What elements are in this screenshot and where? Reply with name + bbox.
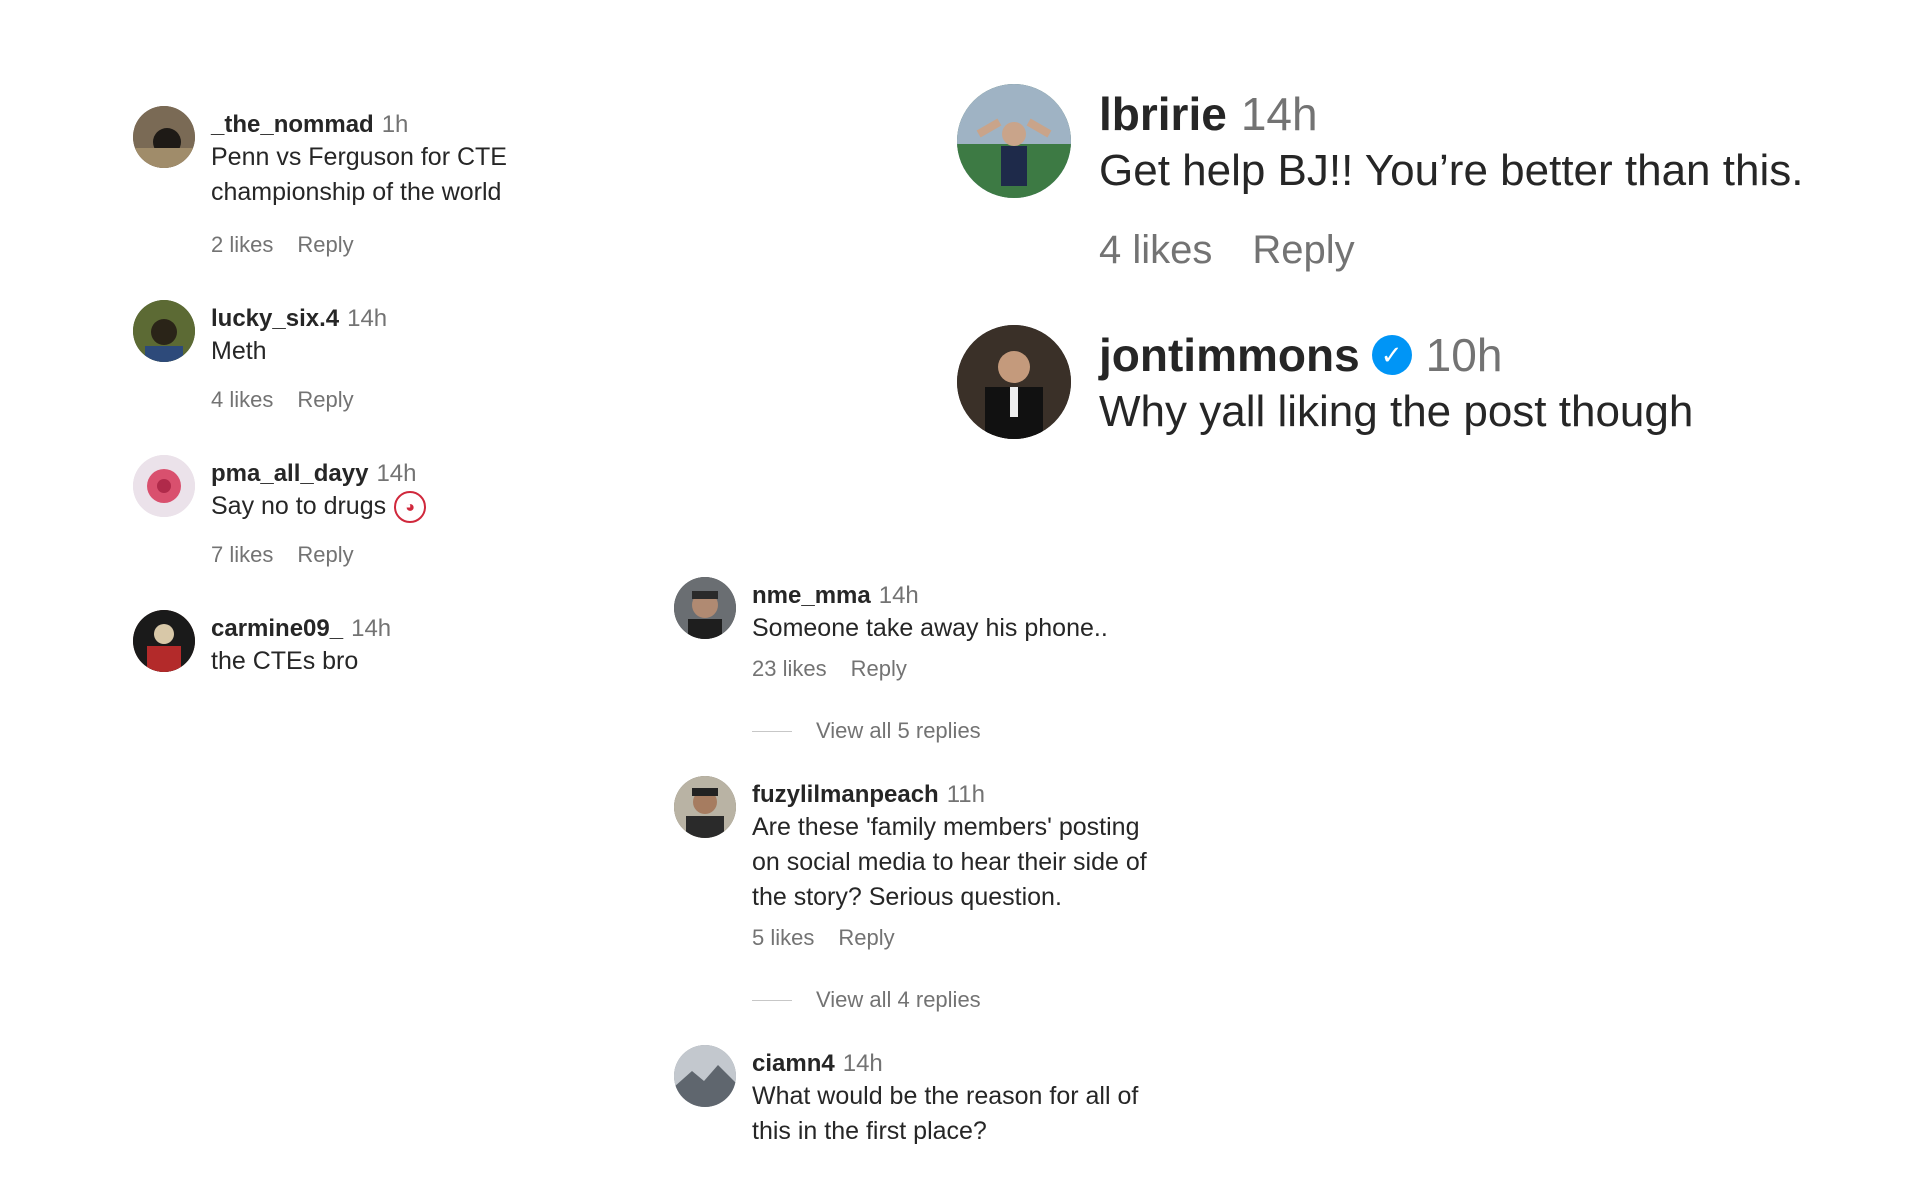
comment-body: carmine09_ 14h the CTEs bro bbox=[211, 610, 391, 679]
timestamp[interactable]: 14h bbox=[351, 614, 391, 644]
comment-text-line: championship of the world bbox=[211, 178, 502, 206]
avatar-image bbox=[674, 577, 736, 639]
comment-text-line: the CTEs bro bbox=[211, 647, 359, 675]
comment-text-line: Say no to drugs bbox=[211, 492, 387, 520]
timestamp[interactable]: 14h bbox=[843, 1049, 883, 1079]
comment-body: _the_nommad 1h Penn vs Ferguson for CTE … bbox=[211, 106, 507, 258]
clown-face-icon: ◕ bbox=[394, 491, 427, 524]
timestamp[interactable]: 11h bbox=[947, 780, 985, 810]
avatar[interactable] bbox=[674, 577, 736, 639]
comment-body: lucky_six.4 14h Meth 4 likes Reply bbox=[211, 300, 387, 413]
reply-button[interactable]: Reply bbox=[297, 542, 353, 568]
avatar[interactable] bbox=[674, 1045, 736, 1107]
username[interactable]: fuzylilmanpeach bbox=[752, 780, 939, 810]
comment-body: jontimmons ✓ 10h Why yall liking the pos… bbox=[1099, 325, 1693, 441]
reply-button[interactable]: Reply bbox=[838, 925, 894, 951]
likes-count[interactable]: 7 likes bbox=[211, 542, 273, 568]
username[interactable]: carmine09_ bbox=[211, 614, 343, 644]
comment-body: lbririe 14h Get help BJ!! You’re better … bbox=[1099, 84, 1803, 273]
comment-body: pma_all_dayy 14h Say no to drugs ◕ 7 like… bbox=[211, 455, 427, 568]
view-replies-button[interactable]: View all 4 replies bbox=[752, 987, 1147, 1013]
left-comments-panel: _the_nommad 1h Penn vs Ferguson for CTE … bbox=[133, 106, 507, 679]
comment-text: Are these 'family members' posting on so… bbox=[752, 810, 1147, 915]
comment-text: Why yall liking the post though bbox=[1099, 387, 1694, 436]
view-replies-label[interactable]: View all 4 replies bbox=[816, 987, 981, 1013]
comment-text: What would be the reason for all of this… bbox=[752, 1079, 1138, 1149]
verified-badge-icon: ✓ bbox=[1371, 335, 1412, 375]
likes-count[interactable]: 2 likes bbox=[211, 232, 273, 258]
username[interactable]: jontimmons bbox=[1099, 327, 1360, 383]
comment-text: Someone take away his phone.. bbox=[752, 611, 1108, 646]
comment-text-line: Meth bbox=[211, 337, 267, 365]
comment-text: Get help BJ!! You’re better than this. bbox=[1099, 146, 1804, 195]
comment-item: _the_nommad 1h Penn vs Ferguson for CTE … bbox=[133, 106, 507, 258]
reply-button[interactable]: Reply bbox=[851, 656, 907, 682]
view-replies-button[interactable]: View all 5 replies bbox=[752, 718, 1108, 744]
comment-body: nme_mma 14h Someone take away his phone.… bbox=[752, 577, 1108, 744]
username[interactable]: ciamn4 bbox=[752, 1049, 835, 1079]
avatar[interactable] bbox=[133, 300, 195, 362]
reply-button[interactable]: Reply bbox=[297, 387, 353, 413]
replies-divider bbox=[752, 999, 792, 1001]
likes-count[interactable]: 4 likes bbox=[211, 387, 273, 413]
comment-text-line: this in the first place? bbox=[752, 1117, 987, 1145]
comment-text: Meth bbox=[211, 334, 387, 369]
comment-text: Say no to drugs ◕ bbox=[211, 489, 427, 524]
avatar-image bbox=[957, 84, 1071, 198]
comment-text-line: Someone take away his phone.. bbox=[752, 614, 1108, 642]
avatar-image bbox=[133, 106, 195, 168]
view-replies-label[interactable]: View all 5 replies bbox=[816, 718, 981, 744]
avatar[interactable] bbox=[133, 106, 195, 168]
likes-count[interactable]: 5 likes bbox=[752, 925, 814, 951]
avatar-image bbox=[133, 300, 195, 362]
avatar-image bbox=[957, 325, 1071, 439]
username[interactable]: lbririe bbox=[1099, 86, 1227, 142]
avatar[interactable] bbox=[133, 455, 195, 517]
comment-text-line: Penn vs Ferguson for CTE bbox=[211, 143, 507, 171]
avatar-image bbox=[674, 776, 736, 838]
timestamp[interactable]: 14h bbox=[879, 581, 919, 611]
timestamp[interactable]: 14h bbox=[1241, 86, 1318, 142]
reply-button[interactable]: Reply bbox=[1252, 228, 1354, 273]
likes-count[interactable]: 23 likes bbox=[752, 656, 827, 682]
comment-item: fuzylilmanpeach 11h Are these 'family me… bbox=[674, 776, 1147, 1013]
avatar-image bbox=[133, 455, 195, 517]
likes-count[interactable]: 4 likes bbox=[1099, 228, 1212, 273]
middle-comments-panel: nme_mma 14h Someone take away his phone.… bbox=[674, 577, 1147, 1149]
comment-text-line: the story? Serious question. bbox=[752, 883, 1062, 911]
avatar-image bbox=[674, 1045, 736, 1107]
comment-item: carmine09_ 14h the CTEs bro bbox=[133, 610, 507, 679]
avatar-image bbox=[133, 610, 195, 672]
comment-text: the CTEs bro bbox=[211, 644, 391, 679]
username[interactable]: pma_all_dayy bbox=[211, 459, 368, 489]
comment-item: ciamn4 14h What would be the reason for … bbox=[674, 1045, 1147, 1149]
timestamp[interactable]: 14h bbox=[376, 459, 416, 489]
avatar[interactable] bbox=[957, 325, 1071, 439]
avatar[interactable] bbox=[133, 610, 195, 672]
comment-item: jontimmons ✓ 10h Why yall liking the pos… bbox=[957, 325, 1803, 441]
comment-body: fuzylilmanpeach 11h Are these 'family me… bbox=[752, 776, 1147, 1013]
timestamp[interactable]: 14h bbox=[347, 304, 387, 334]
comment-text: Penn vs Ferguson for CTE championship of… bbox=[211, 140, 507, 210]
timestamp[interactable]: 1h bbox=[382, 110, 409, 140]
timestamp[interactable]: 10h bbox=[1426, 327, 1503, 383]
username[interactable]: lucky_six.4 bbox=[211, 304, 339, 334]
reply-button[interactable]: Reply bbox=[297, 232, 353, 258]
avatar[interactable] bbox=[674, 776, 736, 838]
replies-divider bbox=[752, 730, 792, 732]
comment-text-line: on social media to hear their side of bbox=[752, 848, 1147, 876]
comment-item: lbririe 14h Get help BJ!! You’re better … bbox=[957, 84, 1803, 273]
username[interactable]: nme_mma bbox=[752, 581, 871, 611]
comment-text-line: What would be the reason for all of bbox=[752, 1082, 1139, 1110]
comment-item: nme_mma 14h Someone take away his phone.… bbox=[674, 577, 1147, 744]
comment-item: lucky_six.4 14h Meth 4 likes Reply bbox=[133, 300, 507, 413]
comment-text-line: Are these 'family members' posting bbox=[752, 813, 1140, 841]
comment-body: ciamn4 14h What would be the reason for … bbox=[752, 1045, 1138, 1149]
avatar[interactable] bbox=[957, 84, 1071, 198]
username[interactable]: _the_nommad bbox=[211, 110, 374, 140]
comment-item: pma_all_dayy 14h Say no to drugs ◕ 7 like… bbox=[133, 455, 507, 568]
right-comments-panel: lbririe 14h Get help BJ!! You’re better … bbox=[957, 84, 1803, 441]
